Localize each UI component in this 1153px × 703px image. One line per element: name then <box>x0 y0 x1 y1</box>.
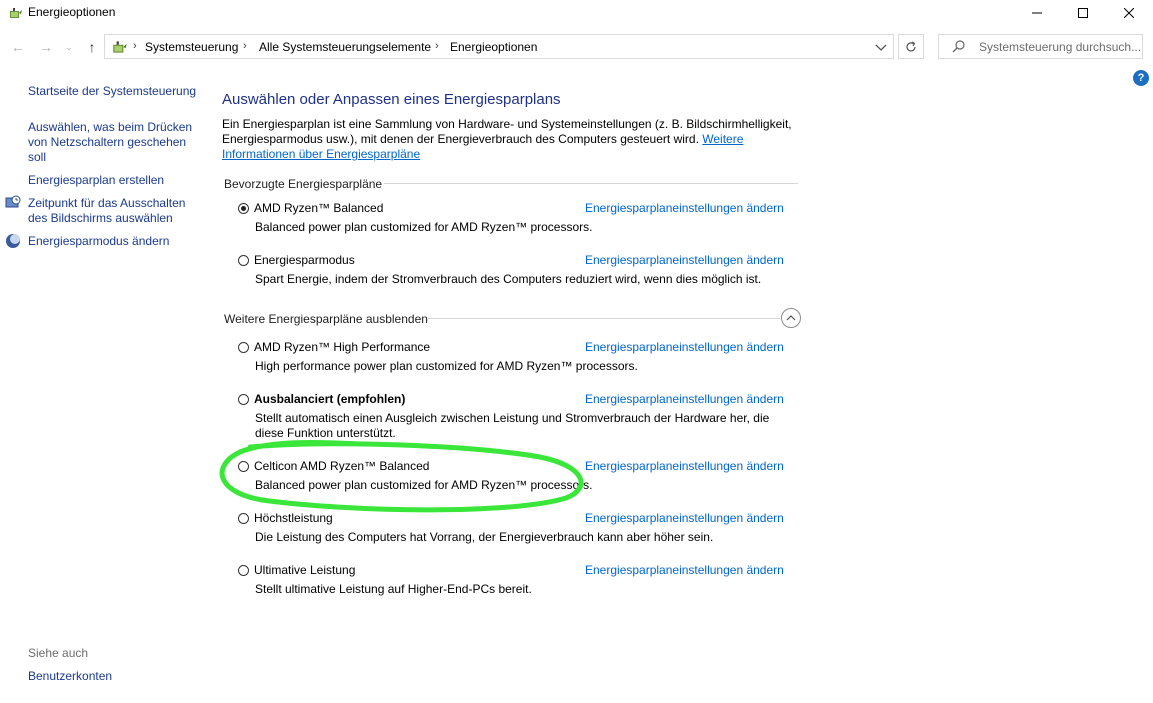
change-plan-settings-link[interactable]: Energiesparplaneinstellungen ändern <box>585 201 784 215</box>
breadcrumb-separator: › <box>243 40 247 52</box>
highlight-annotation <box>219 440 584 513</box>
divider <box>428 318 780 319</box>
window-title: Energieoptionen <box>28 5 116 19</box>
change-plan-settings-link[interactable]: Energiesparplaneinstellungen ändern <box>585 340 784 354</box>
plan-description: Balanced power plan customized for AMD R… <box>255 220 593 234</box>
plan-name: Celticon AMD Ryzen™ Balanced <box>254 459 430 473</box>
refresh-button[interactable] <box>898 34 924 59</box>
change-plan-settings-link[interactable]: Energiesparplaneinstellungen ändern <box>585 253 784 267</box>
breadcrumb-all-items[interactable]: Alle Systemsteuerungselemente <box>259 40 431 54</box>
change-plan-settings-link[interactable]: Energiesparplaneinstellungen ändern <box>585 511 784 525</box>
close-button[interactable] <box>1106 0 1152 26</box>
sidebar-item-sleep[interactable]: Energiesparmodus ändern <box>28 234 169 249</box>
back-button[interactable]: ← <box>8 36 28 58</box>
moon-icon <box>6 234 20 248</box>
plan-description: Balanced power plan customized for AMD R… <box>255 478 593 492</box>
breadcrumb-systemsteuerung[interactable]: Systemsteuerung <box>145 40 238 54</box>
minimize-icon <box>1032 12 1042 14</box>
sidebar-item-create-plan[interactable]: Energiesparplan erstellen <box>28 173 164 188</box>
plan-description: Stellt automatisch einen Ausgleich zwisc… <box>255 411 770 440</box>
recent-locations-button[interactable]: ⌄ <box>62 36 76 58</box>
plan-description: High performance power plan customized f… <box>255 359 638 373</box>
plan-name: Ultimative Leistung <box>254 563 356 577</box>
chevron-down-icon: ⌄ <box>65 41 73 52</box>
plan-name: Energiesparmodus <box>254 253 355 267</box>
change-plan-settings-link[interactable]: Energiesparplaneinstellungen ändern <box>585 392 784 406</box>
see-also-label: Siehe auch <box>28 646 89 660</box>
minimize-button[interactable] <box>1014 0 1060 26</box>
arrow-left-icon: ← <box>11 39 25 55</box>
see-also-user-accounts[interactable]: Benutzerkonten <box>28 669 112 684</box>
monitor-clock-icon <box>5 195 21 208</box>
plan-radio-amd-high-performance[interactable] <box>238 342 249 353</box>
search-input[interactable]: Systemsteuerung durchsuch... <box>938 34 1143 59</box>
intro-text: Ein Energiesparplan ist eine Sammlung vo… <box>222 117 792 162</box>
plan-name: AMD Ryzen™ Balanced <box>254 201 384 215</box>
chevron-down-icon[interactable] <box>873 39 889 55</box>
plan-radio-hoechstleistung[interactable] <box>238 513 249 524</box>
plan-radio-ausbalanciert[interactable] <box>238 394 249 405</box>
control-panel-icon <box>113 41 127 53</box>
plan-radio-ultimative-leistung[interactable] <box>238 565 249 576</box>
power-options-icon <box>10 8 22 18</box>
close-icon <box>1124 8 1134 18</box>
plan-radio-celticon-balanced[interactable] <box>238 461 249 472</box>
breadcrumb-energieoptionen[interactable]: Energieoptionen <box>450 40 537 54</box>
plan-description: Spart Energie, indem der Stromverbrauch … <box>255 272 762 286</box>
arrow-right-icon: → <box>39 39 53 55</box>
plan-name: AMD Ryzen™ High Performance <box>254 340 431 354</box>
search-placeholder: Systemsteuerung durchsuch... <box>979 40 1142 54</box>
sidebar-item-display-off[interactable]: Zeitpunkt für das Ausschalten des Bildsc… <box>28 196 203 226</box>
arrow-up-icon: ↑ <box>88 39 96 55</box>
plan-description: Stellt ultimative Leistung auf Higher-En… <box>255 582 532 596</box>
change-plan-settings-link[interactable]: Energiesparplaneinstellungen ändern <box>585 563 784 577</box>
up-button[interactable]: ↑ <box>82 36 102 58</box>
breadcrumb-separator: › <box>133 40 137 52</box>
sidebar-home-link[interactable]: Startseite der Systemsteuerung <box>28 84 196 99</box>
page-title: Auswählen oder Anpassen eines Energiespa… <box>222 91 561 108</box>
title-bar: Energieoptionen <box>0 0 1153 26</box>
chevron-up-icon <box>786 315 796 321</box>
forward-button[interactable]: → <box>36 36 56 58</box>
help-icon[interactable]: ? <box>1133 70 1149 86</box>
preferred-plans-header: Bevorzugte Energiesparpläne <box>224 177 383 191</box>
plan-name: Höchstleistung <box>254 511 333 525</box>
plan-radio-amd-balanced[interactable] <box>238 203 249 214</box>
change-plan-settings-link[interactable]: Energiesparplaneinstellungen ändern <box>585 459 784 473</box>
search-icon <box>952 40 965 53</box>
more-plans-header[interactable]: Weitere Energiesparpläne ausblenden <box>224 312 428 326</box>
divider <box>384 183 798 184</box>
plan-description: Die Leistung des Computers hat Vorrang, … <box>255 530 714 544</box>
plan-radio-energiesparmodus[interactable] <box>238 255 249 266</box>
refresh-icon <box>906 40 916 51</box>
sidebar-item-power-buttons[interactable]: Auswählen, was beim Drücken von Netzscha… <box>28 120 198 165</box>
address-bar[interactable]: › Systemsteuerung › Alle Systemsteuerung… <box>104 34 894 59</box>
maximize-button[interactable] <box>1060 0 1106 26</box>
maximize-icon <box>1078 8 1088 18</box>
plan-name: Ausbalanciert (empfohlen) <box>254 392 406 406</box>
collapse-button[interactable] <box>781 308 801 328</box>
breadcrumb-separator: › <box>435 40 439 52</box>
